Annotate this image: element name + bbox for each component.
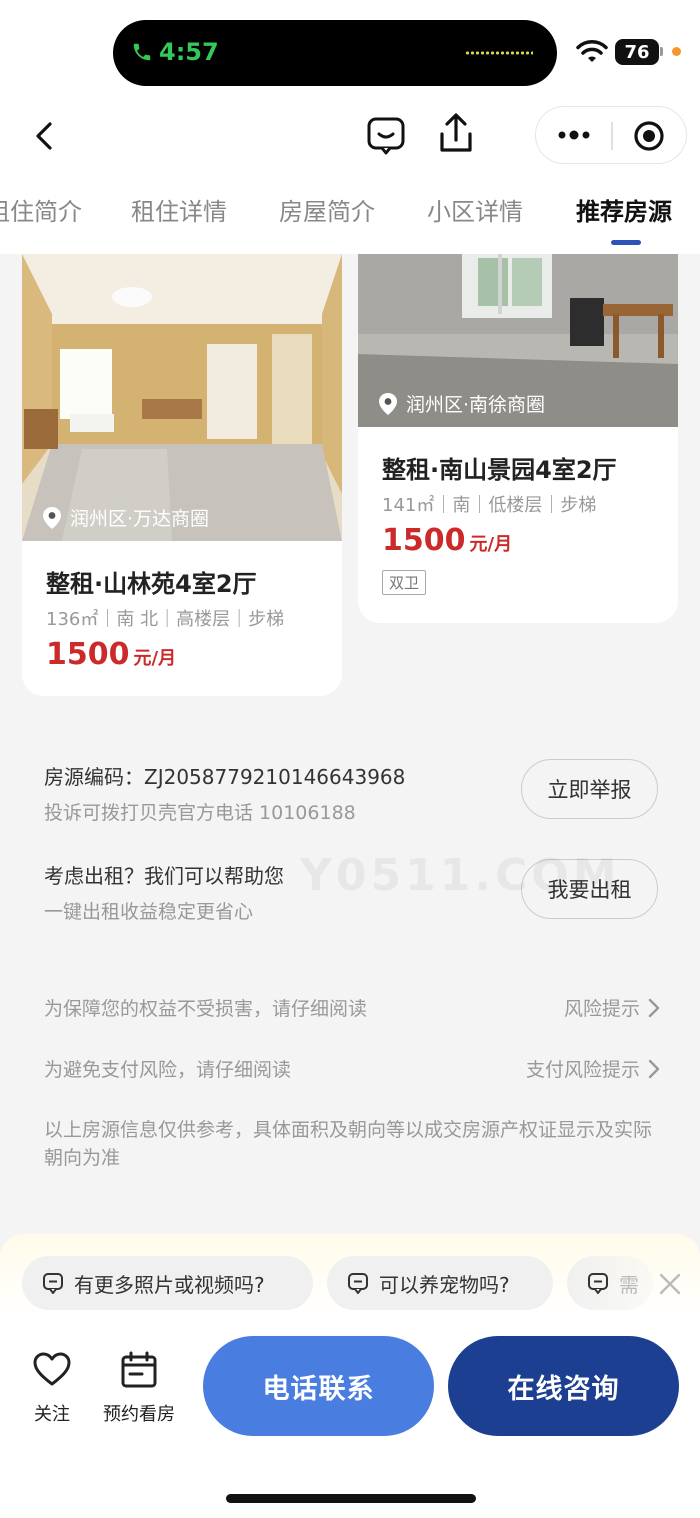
listing-meta: 141㎡｜南｜低楼层｜步梯 <box>382 495 597 516</box>
chevron-right-icon <box>648 998 660 1017</box>
price-value: 1500 <box>46 637 130 672</box>
tab-community-details[interactable]: 小区详情 <box>427 192 523 227</box>
content-area: 润州区·万达商圈 整租·山林苑4室2厅 136㎡｜南 北｜高楼层｜步梯 1500… <box>0 254 700 1254</box>
location-label: 润州区·万达商圈 <box>70 508 210 530</box>
listing-price: 1500 元/月 <box>382 523 512 558</box>
nav-bar <box>0 100 700 172</box>
price-value: 1500 <box>382 523 466 558</box>
price-unit: 元/月 <box>133 648 177 669</box>
battery-tip <box>660 47 663 56</box>
online-chat-button[interactable]: 在线咨询 <box>448 1336 679 1436</box>
message-icon[interactable] <box>366 116 406 156</box>
section-tabs: 租住简介 租住详情 房屋简介 小区详情 推荐房源 <box>0 172 700 254</box>
home-indicator <box>226 1494 476 1503</box>
listing-location: 润州区·南徐商圈 <box>378 390 545 417</box>
follow-button[interactable]: 关注 <box>32 1350 72 1426</box>
listing-price: 1500 元/月 <box>46 637 176 672</box>
risk-notice-row[interactable]: 为保障您的权益不受损害，请仔细阅读 风险提示 <box>44 994 660 1021</box>
heart-icon <box>33 1352 71 1386</box>
dynamic-island: 4:57 <box>113 20 557 86</box>
share-icon[interactable] <box>436 112 476 156</box>
quick-question-label: 需 <box>619 1272 639 1297</box>
status-time: 4:57 <box>159 38 219 66</box>
capsule-divider <box>611 122 613 150</box>
wifi-icon <box>576 40 608 62</box>
payment-risk-text: 为避免支付风险，请仔细阅读 <box>44 1059 292 1081</box>
miniprogram-capsule <box>535 106 687 164</box>
listing-code-block: 房源编码：ZJ2058779210146643968 投诉可拨打贝壳官方电话 1… <box>44 761 405 825</box>
back-icon[interactable] <box>30 118 60 154</box>
chat-bubble-icon <box>348 1273 368 1294</box>
chat-bubble-icon <box>588 1273 608 1294</box>
more-icon[interactable] <box>554 123 594 147</box>
quick-questions-strip: 有更多照片或视频吗? 可以养宠物吗? 需 <box>0 1234 700 1320</box>
risk-notice-text: 为保障您的权益不受损害，请仔细阅读 <box>44 998 368 1020</box>
payment-risk-link[interactable]: 支付风险提示 <box>526 1055 640 1082</box>
battery-level: 76 <box>624 41 650 63</box>
calendar-icon <box>121 1351 157 1388</box>
listing-location: 润州区·万达商圈 <box>42 504 209 531</box>
privacy-indicator <box>672 47 681 56</box>
call-button[interactable]: 电话联系 <box>203 1336 434 1436</box>
call-indicator[interactable]: 4:57 <box>131 38 219 66</box>
chevron-right-icon <box>648 1059 660 1078</box>
listing-code: 房源编码：ZJ2058779210146643968 <box>44 765 406 789</box>
tab-rent-details[interactable]: 租住详情 <box>131 192 227 227</box>
risk-notice-link[interactable]: 风险提示 <box>564 994 640 1021</box>
bottom-action-panel: 有更多照片或视频吗? 可以养宠物吗? 需 关注 预约看房 电话联系 在线咨询 <box>0 1234 700 1518</box>
quick-question-chip[interactable]: 有更多照片或视频吗? <box>22 1256 313 1310</box>
active-tab-indicator <box>611 240 641 245</box>
report-button[interactable]: 立即举报 <box>521 759 658 819</box>
location-pin-icon <box>379 392 397 415</box>
quick-question-chip[interactable]: 需 <box>567 1256 653 1310</box>
quick-question-label: 可以养宠物吗? <box>379 1272 510 1297</box>
listing-card[interactable]: 润州区·万达商圈 整租·山林苑4室2厅 136㎡｜南 北｜高楼层｜步梯 1500… <box>22 254 342 696</box>
listing-tag: 双卫 <box>382 570 427 595</box>
payment-risk-row[interactable]: 为避免支付风险，请仔细阅读 支付风险提示 <box>44 1055 660 1082</box>
location-label: 润州区·南徐商圈 <box>406 394 546 416</box>
schedule-label: 预约看房 <box>103 1404 175 1425</box>
rent-out-block: 考虑出租？我们可以帮助您 一键出租收益稳定更省心 <box>44 860 284 924</box>
listing-card[interactable]: 润州区·南徐商圈 整租·南山景园4室2厅 141㎡｜南｜低楼层｜步梯 1500 元… <box>358 254 678 623</box>
audio-waveform <box>465 51 533 55</box>
tab-recommended[interactable]: 推荐房源 <box>576 192 672 227</box>
rent-out-subtitle: 一键出租收益稳定更省心 <box>44 901 254 923</box>
close-miniprogram-icon[interactable] <box>632 119 666 153</box>
tab-house-intro[interactable]: 房屋简介 <box>279 192 375 227</box>
quick-question-chip[interactable]: 可以养宠物吗? <box>327 1256 553 1310</box>
listing-meta: 136㎡｜南 北｜高楼层｜步梯 <box>46 609 285 630</box>
status-bar: 4:57 76 <box>0 0 700 100</box>
location-pin-icon <box>43 506 61 529</box>
listing-photo <box>22 254 342 541</box>
chat-bubble-icon <box>43 1273 63 1294</box>
complaint-hotline: 投诉可拨打贝壳官方电话 10106188 <box>44 802 356 824</box>
watermark: Y0511.COM <box>300 850 621 901</box>
schedule-viewing-button[interactable]: 预约看房 <box>103 1350 175 1426</box>
follow-label: 关注 <box>34 1404 70 1425</box>
close-icon[interactable] <box>658 1272 682 1296</box>
listing-title: 整租·山林苑4室2厅 <box>46 570 257 598</box>
tab-rent-intro[interactable]: 租住简介 <box>0 192 82 227</box>
battery-icon: 76 <box>615 39 659 65</box>
phone-icon <box>133 43 151 61</box>
rent-out-prompt: 考虑出租？我们可以帮助您 <box>44 864 284 888</box>
price-unit: 元/月 <box>469 534 513 555</box>
disclaimer-text: 以上房源信息仅供参考，具体面积及朝向等以成交房源产权证显示及实际朝向为准 <box>44 1119 653 1169</box>
listing-title: 整租·南山景园4室2厅 <box>382 456 617 484</box>
quick-question-label: 有更多照片或视频吗? <box>74 1272 265 1297</box>
